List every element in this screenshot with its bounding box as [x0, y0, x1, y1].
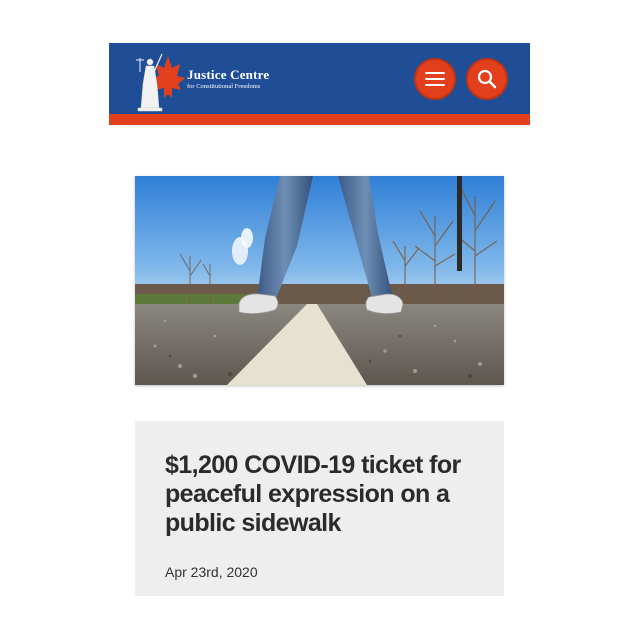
menu-button[interactable] — [414, 58, 456, 100]
article-hero-image[interactable] — [135, 176, 504, 385]
justice-centre-logo[interactable] — [134, 50, 186, 112]
article-date: Apr 23rd, 2020 — [165, 564, 258, 580]
brand-subtitle: for Constitutional Freedoms — [187, 83, 261, 90]
hamburger-menu-icon — [425, 72, 445, 86]
article-title[interactable]: $1,200 COVID-19 ticket for peaceful expr… — [165, 451, 485, 538]
header-accent-stripe — [109, 114, 530, 125]
brand-name: Justice Centre — [187, 67, 270, 82]
search-icon — [477, 69, 497, 89]
page: Justice Centre for Constitutional Freedo… — [0, 0, 640, 640]
search-button[interactable] — [466, 58, 508, 100]
